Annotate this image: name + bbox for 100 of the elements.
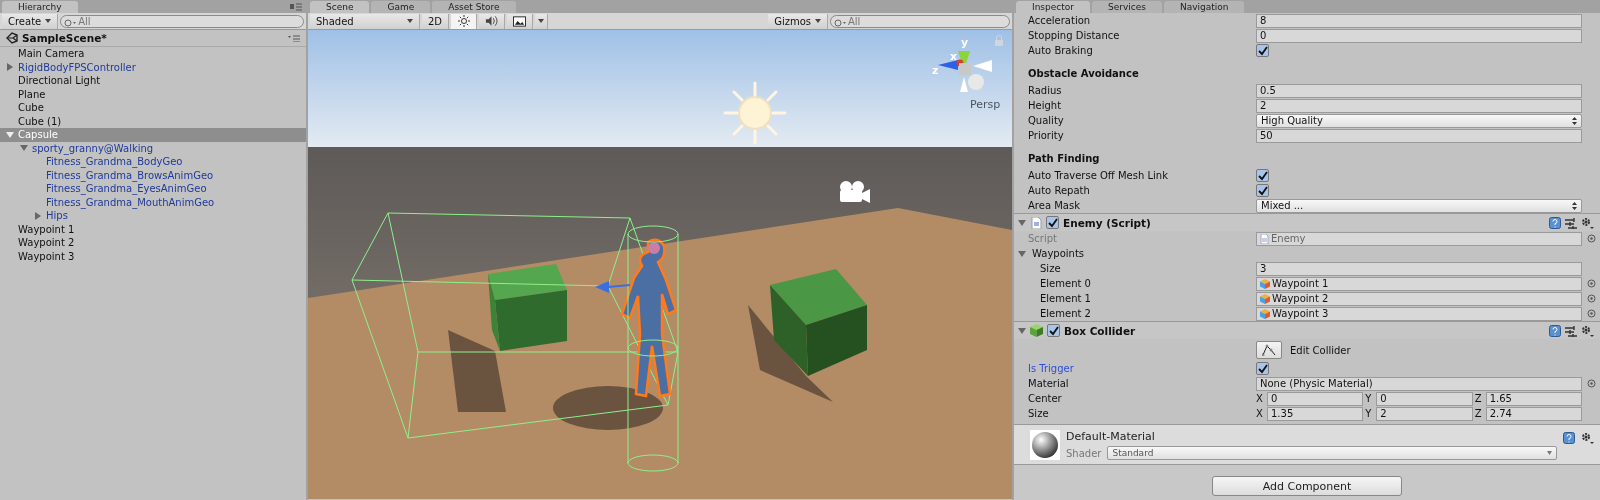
add-component-button[interactable]: Add Component <box>1212 476 1402 496</box>
checkbox[interactable] <box>1256 169 1269 182</box>
number-field[interactable]: 2 <box>1376 406 1473 421</box>
scene-tab[interactable]: Scene <box>310 1 370 13</box>
hierarchy-item[interactable]: Fitness_Grandma_BrowsAnimGeo <box>0 168 306 182</box>
edit-collider-button[interactable] <box>1256 341 1282 359</box>
hierarchy-item[interactable]: sporty_granny@Walking <box>0 141 306 155</box>
axis-label: Y <box>1365 393 1373 404</box>
hierarchy-item[interactable]: RigidBodyFPSController <box>0 60 306 74</box>
cube-icon <box>1260 293 1270 304</box>
number-field[interactable]: 8 <box>1256 13 1582 28</box>
hierarchy-item[interactable]: Waypoint 1 <box>0 222 306 236</box>
inspector-tab[interactable]: Inspector <box>1016 1 1090 13</box>
gizmos-dropdown[interactable]: Gizmos <box>768 13 828 29</box>
search-field[interactable]: All <box>60 14 304 28</box>
dropdown[interactable]: High Quality <box>1256 113 1582 128</box>
number-field[interactable]: 0 <box>1256 28 1582 43</box>
object-field[interactable]: None (Physic Material) <box>1256 376 1582 391</box>
settings-icon[interactable] <box>1581 216 1594 229</box>
component-title: Enemy (Script) <box>1063 216 1151 229</box>
effects-dropdown[interactable] <box>535 13 549 29</box>
hierarchy-item[interactable]: Main Camera <box>0 47 306 61</box>
camera-icon <box>840 181 870 203</box>
number-field[interactable]: 2.74 <box>1485 406 1582 421</box>
object-field[interactable]: Waypoint 3 <box>1256 306 1582 321</box>
property-label: Radius <box>1028 85 1062 96</box>
axis-label: y <box>961 36 969 49</box>
preset-icon[interactable] <box>1565 216 1577 229</box>
hierarchy-item[interactable]: Waypoint 3 <box>0 249 306 263</box>
property-label: Center <box>1028 393 1062 404</box>
hierarchy-item[interactable]: Plane <box>0 87 306 101</box>
effects-toggle[interactable] <box>507 13 534 29</box>
number-field[interactable]: 0 <box>1376 391 1473 406</box>
object-picker-icon[interactable] <box>1586 234 1596 243</box>
object-field[interactable]: Waypoint 2 <box>1256 291 1582 306</box>
foldout-arrow-icon[interactable] <box>1018 218 1026 227</box>
cube-icon <box>1260 308 1270 319</box>
axis-label: Y <box>1365 408 1373 419</box>
create-dropdown[interactable]: Create <box>2 13 59 29</box>
foldout-arrow-icon[interactable] <box>6 63 14 72</box>
inspector-tab[interactable]: Navigation <box>1163 1 1245 13</box>
hierarchy-item[interactable]: Fitness_Grandma_MouthAnimGeo <box>0 195 306 209</box>
sun-icon <box>723 81 787 145</box>
caret-icon <box>1547 451 1552 455</box>
shader-dropdown[interactable]: Standard <box>1107 446 1557 460</box>
draw-mode-dropdown[interactable]: Shaded <box>310 13 420 29</box>
hierarchy-item[interactable]: Cube <box>0 101 306 115</box>
check-icon <box>1047 217 1058 228</box>
property-label: Element 1 <box>1040 293 1091 304</box>
audio-toggle[interactable] <box>479 13 506 29</box>
lighting-toggle[interactable] <box>451 13 478 29</box>
dropdown[interactable]: Mixed ... <box>1256 198 1582 213</box>
property-label: Acceleration <box>1028 15 1091 26</box>
foldout-arrow-icon[interactable] <box>34 211 42 220</box>
2d-toggle[interactable]: 2D <box>422 13 450 29</box>
hierarchy-item[interactable]: Cube (1) <box>0 114 306 128</box>
scene-tab[interactable]: Asset Store <box>432 1 516 13</box>
hierarchy-tab[interactable]: Hierarchy <box>2 1 78 13</box>
hierarchy-item[interactable]: Fitness_Grandma_EyesAnimGeo <box>0 182 306 196</box>
caret-icon <box>45 19 52 23</box>
number-field[interactable]: 3 <box>1256 261 1582 276</box>
edit-collider-label: Edit Collider <box>1290 344 1351 356</box>
foldout-arrow-icon[interactable] <box>1018 326 1026 335</box>
hierarchy-item[interactable]: Waypoint 2 <box>0 236 306 250</box>
property-label: Height <box>1028 100 1062 111</box>
hierarchy-item[interactable]: Hips <box>0 209 306 223</box>
number-field[interactable]: 50 <box>1256 128 1582 143</box>
number-field[interactable]: 1.65 <box>1485 391 1582 406</box>
enabled-checkbox[interactable] <box>1046 216 1059 229</box>
preset-icon[interactable] <box>1565 324 1577 337</box>
polyline-icon <box>1262 344 1276 356</box>
check-icon <box>1257 363 1268 374</box>
help-icon[interactable] <box>1549 324 1561 337</box>
foldout-arrow-icon[interactable] <box>1018 249 1026 258</box>
checkbox[interactable] <box>1256 184 1269 197</box>
panel-menu-icon[interactable] <box>290 2 302 11</box>
hierarchy-item[interactable]: Fitness_Grandma_BodyGeo <box>0 155 306 169</box>
number-field[interactable]: 2 <box>1256 98 1582 113</box>
scene-tab[interactable]: Game <box>371 1 431 13</box>
settings-icon[interactable] <box>1581 432 1594 444</box>
property-label: Element 0 <box>1040 278 1091 289</box>
help-icon[interactable] <box>1549 216 1561 229</box>
inspector-tab[interactable]: Services <box>1092 1 1162 13</box>
number-field[interactable]: 0.5 <box>1256 83 1582 98</box>
checkbox[interactable] <box>1256 44 1269 57</box>
checkbox[interactable] <box>1256 362 1269 375</box>
object-picker-icon[interactable] <box>1586 379 1596 388</box>
cube-icon <box>1030 324 1043 337</box>
number-field[interactable]: 1.35 <box>1267 406 1364 421</box>
enabled-checkbox[interactable] <box>1047 324 1060 337</box>
help-icon[interactable] <box>1563 432 1575 444</box>
settings-icon[interactable] <box>1581 324 1594 337</box>
axis-label: z <box>932 64 939 77</box>
number-field[interactable]: 0 <box>1267 391 1364 406</box>
property-label: Area Mask <box>1028 200 1080 211</box>
axis-label: X <box>1256 408 1264 419</box>
hierarchy-item[interactable]: Directional Light <box>0 74 306 88</box>
object-field[interactable]: Waypoint 1 <box>1256 276 1582 291</box>
projection-label[interactable]: Persp <box>970 98 1001 111</box>
search-field[interactable]: All <box>830 14 1010 28</box>
